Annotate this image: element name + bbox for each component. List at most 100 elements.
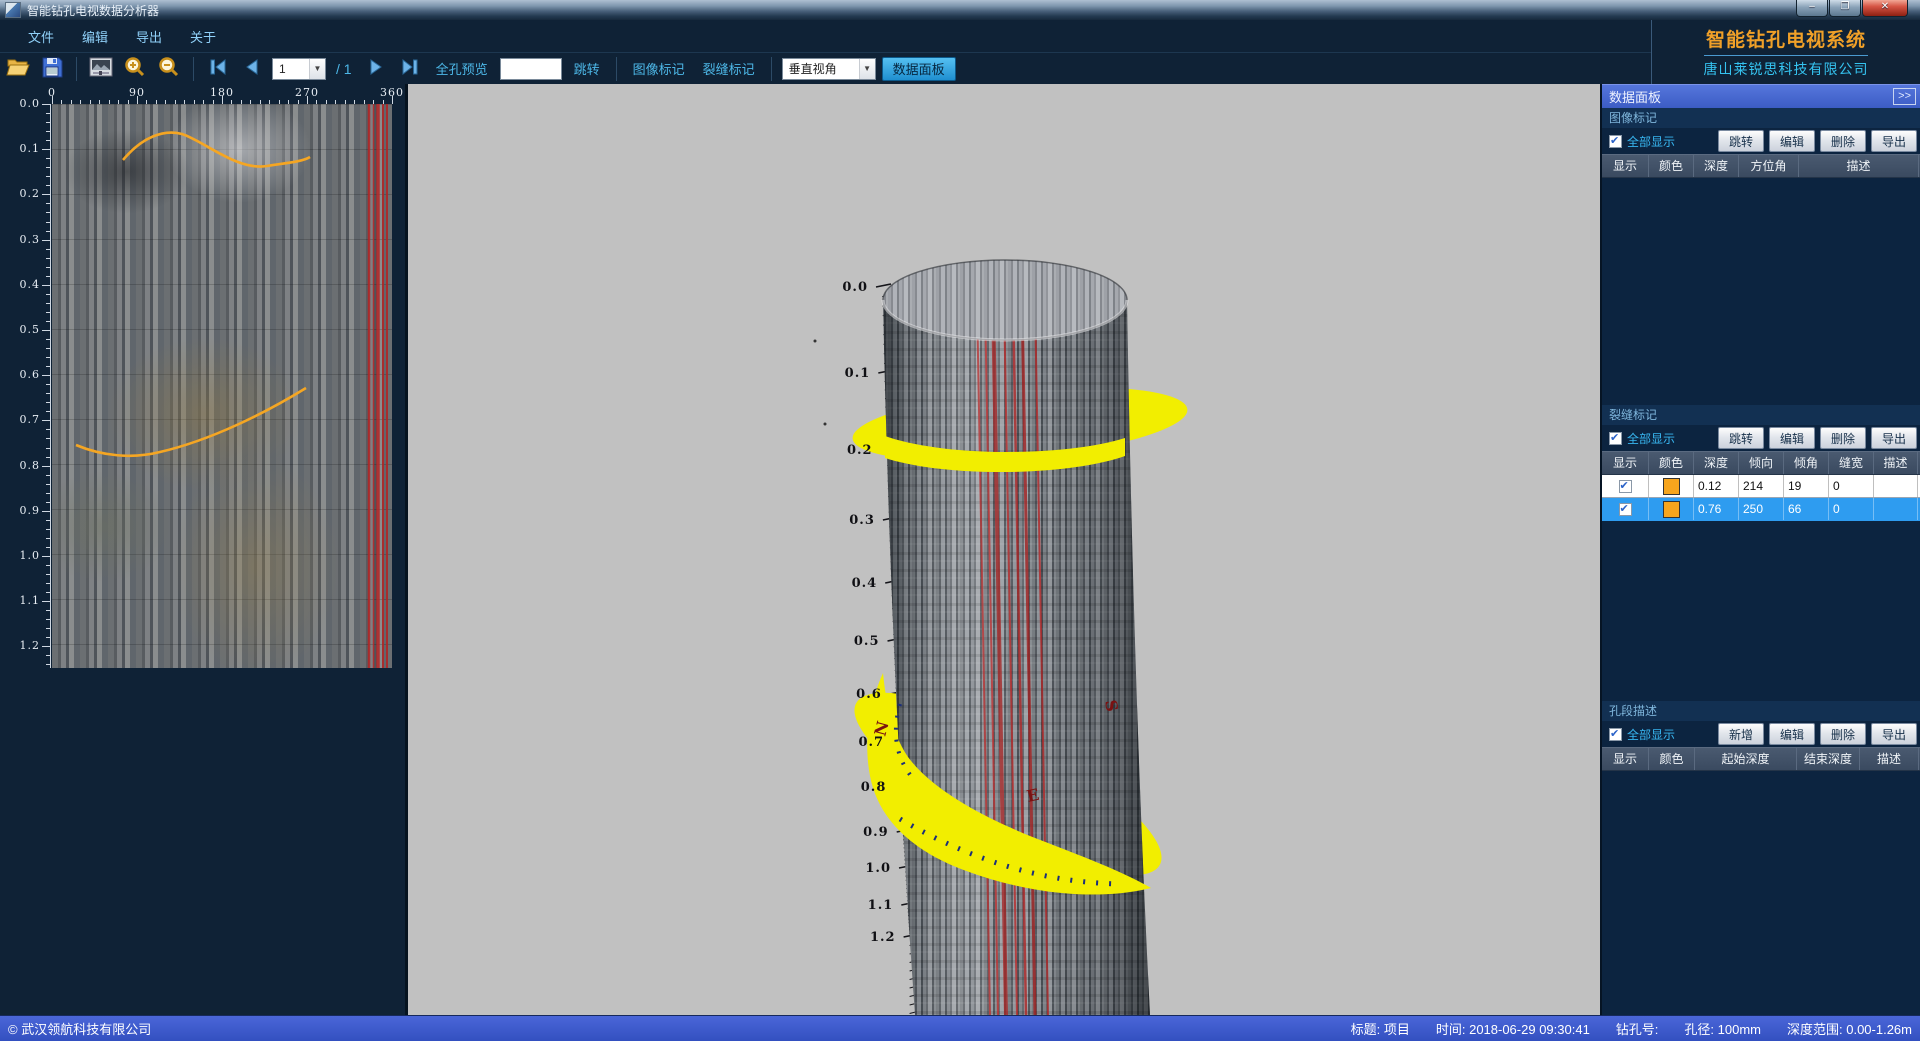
hole-sections-button-0[interactable]: 新增 [1718, 723, 1764, 745]
zoom-in-icon [123, 55, 147, 82]
row-cell: 214 [1739, 475, 1784, 497]
status-item-2: 钻孔号: [1616, 1019, 1659, 1038]
next-page-button[interactable] [362, 56, 390, 82]
depth-minor-tick [46, 212, 50, 213]
depth-minor-tick [46, 547, 50, 548]
image-adjust-button[interactable] [87, 56, 115, 82]
show-all-checkbox[interactable] [1609, 728, 1622, 741]
3d-depth-label: 0.6 [856, 687, 882, 702]
menu-item-2[interactable]: 导出 [136, 27, 162, 46]
close-button[interactable]: ✕ [1862, 0, 1908, 17]
image-markers-button-0[interactable]: 跳转 [1718, 130, 1764, 152]
3d-depth-label: 0.4 [852, 576, 878, 591]
depth-minor-tick [46, 610, 50, 611]
image-marker-link[interactable]: 图像标记 [633, 59, 685, 78]
row-cell: 0.12 [1694, 475, 1739, 497]
table-row[interactable]: 0.12214190 [1602, 475, 1920, 498]
toolbar-separator [771, 57, 772, 81]
depth-major-tick [42, 375, 50, 376]
azimuth-major-tick [137, 96, 138, 104]
section-controls-hole-sections: 全部显示新增编辑删除导出 [1602, 721, 1920, 747]
row-cell: 0 [1829, 498, 1874, 520]
app-window: { "window": {"title": "智能钻孔电视数据分析器", "mi… [0, 0, 1920, 1040]
depth-minor-tick [46, 267, 50, 268]
table-header-image-markers: 显示颜色深度方位角描述 [1602, 154, 1920, 178]
chevron-down-icon[interactable]: ▼ [859, 59, 875, 79]
depth-major-tick [42, 104, 50, 105]
borehole-3d-viewport[interactable]: NES 0.00.10.20.30.40.50.60.70.80.91.01.1… [408, 84, 1600, 1015]
depth-minor-tick [46, 402, 50, 403]
collapse-panel-button[interactable]: >> [1893, 88, 1916, 105]
jump-depth-input[interactable] [500, 58, 562, 80]
jump-link[interactable]: 跳转 [574, 59, 600, 78]
zoom-out-icon [157, 55, 181, 82]
data-panel-toggle-button[interactable]: 数据面板 [882, 57, 956, 81]
view-mode-select[interactable]: 垂直视角 ▼ [782, 58, 876, 80]
menu-item-1[interactable]: 编辑 [82, 27, 108, 46]
fracture-markers-button-0[interactable]: 跳转 [1718, 427, 1764, 449]
3d-depth-label: 0.0 [842, 280, 868, 295]
row-checkbox[interactable] [1619, 480, 1632, 493]
depth-minor-tick [46, 393, 50, 394]
last-page-icon [399, 57, 421, 80]
fracture-markers-button-3[interactable]: 导出 [1871, 427, 1917, 449]
show-all-checkbox[interactable] [1609, 135, 1622, 148]
color-swatch [1663, 501, 1680, 518]
table-header-fracture-markers: 显示颜色深度倾向倾角缝宽描述 [1602, 451, 1920, 475]
full-hole-preview-link[interactable]: 全孔预览 [436, 59, 488, 78]
page-number-select[interactable]: 1 ▼ [272, 58, 326, 80]
image-markers-button-1[interactable]: 编辑 [1769, 130, 1815, 152]
menu-item-3[interactable]: 关于 [190, 27, 216, 46]
page-number-value: 1 [273, 62, 309, 76]
minimize-button[interactable]: – [1796, 0, 1828, 17]
fracture-marker-link[interactable]: 裂缝标记 [703, 59, 755, 78]
fracture-trace-curves [76, 133, 310, 456]
maximize-button[interactable]: ❐ [1829, 0, 1861, 17]
hole-sections-button-1[interactable]: 编辑 [1769, 723, 1815, 745]
column-header: 结束深度 [1797, 748, 1860, 770]
section-title-image-markers: 图像标记 [1602, 108, 1920, 128]
open-file-button[interactable] [4, 56, 32, 82]
show-all-label: 全部显示 [1627, 133, 1675, 150]
show-all-checkbox[interactable] [1609, 432, 1622, 445]
column-header: 显示 [1602, 748, 1649, 770]
first-page-button[interactable] [204, 56, 232, 82]
row-checkbox[interactable] [1619, 503, 1632, 516]
depth-minor-tick [46, 231, 50, 232]
last-page-button[interactable] [396, 56, 424, 82]
row-cell: 0.76 [1694, 498, 1739, 520]
row-cell: 66 [1784, 498, 1829, 520]
image-markers-button-2[interactable]: 删除 [1820, 130, 1866, 152]
menu-item-0[interactable]: 文件 [28, 27, 54, 46]
table-row[interactable]: 0.76250660 [1602, 498, 1920, 521]
3d-depth-label: 0.5 [854, 634, 880, 649]
fracture-markers-button-2[interactable]: 删除 [1820, 427, 1866, 449]
depth-tick-label: 1.0 [14, 549, 40, 562]
image-markers-button-3[interactable]: 导出 [1871, 130, 1917, 152]
depth-minor-tick [46, 484, 50, 485]
chevron-down-icon[interactable]: ▼ [309, 59, 325, 79]
depth-minor-tick [46, 637, 50, 638]
borehole-image-overlay [52, 104, 392, 668]
menu-bar: 文件 编辑 导出 关于 [0, 20, 1652, 53]
depth-minor-tick [46, 574, 50, 575]
depth-minor-tick [46, 122, 50, 123]
prev-page-button[interactable] [238, 56, 266, 82]
depth-minor-tick [46, 321, 50, 322]
borehole-cylinder[interactable] [883, 260, 1150, 1015]
azimuth-major-tick [392, 96, 393, 104]
save-button[interactable] [38, 56, 66, 82]
depth-major-tick [42, 556, 50, 557]
fracture-markers-button-1[interactable]: 编辑 [1769, 427, 1815, 449]
hole-sections-button-3[interactable]: 导出 [1871, 723, 1917, 745]
zoom-out-button[interactable] [155, 56, 183, 82]
zoom-in-button[interactable] [121, 56, 149, 82]
azimuth-major-tick [222, 96, 223, 104]
unwrapped-borehole-viewer: 090180270360 0.00.10.20.30.40.50.60.70.8… [0, 84, 408, 1015]
hole-sections-button-2[interactable]: 删除 [1820, 723, 1866, 745]
depth-minor-tick [46, 357, 50, 358]
row-color-cell [1649, 475, 1694, 497]
first-page-icon [207, 57, 229, 80]
depth-minor-tick [46, 529, 50, 530]
row-cell [1874, 498, 1918, 520]
